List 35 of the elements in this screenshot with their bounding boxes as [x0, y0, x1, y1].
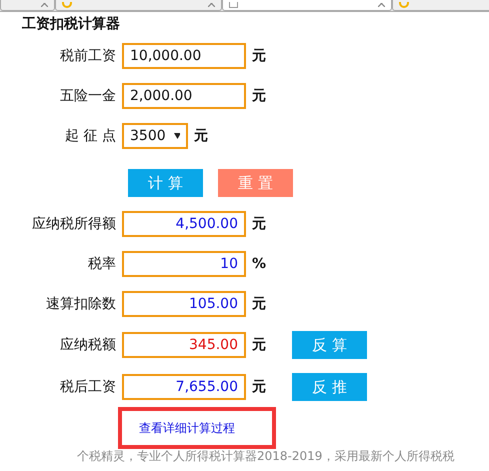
unit-label: 元 [252, 336, 266, 354]
description-text: 个税精灵，专业个人所得税计算器2018-2019，采用最新个人所得税税 [77, 450, 456, 463]
result-field: 7,655.00 [122, 374, 246, 400]
input-field[interactable]: 10,000.00 [122, 43, 246, 69]
browser-tab[interactable] [222, 0, 392, 11]
field-label: 五险一金 [60, 87, 117, 105]
field-label: 税后工资 [60, 378, 117, 396]
unit-label: 元 [252, 87, 266, 105]
result-field: 345.00 [122, 332, 246, 358]
field-label: 起 征 点 [65, 127, 117, 145]
result-field: 10 [122, 251, 246, 277]
result-field: 105.00 [122, 291, 246, 317]
field-label: 应纳税额 [60, 336, 117, 354]
field-label: 税前工资 [60, 47, 117, 65]
input-field[interactable]: 2,000.00 [122, 83, 246, 109]
field-label: 应纳税所得额 [32, 215, 117, 233]
threshold-select[interactable]: 3500 [122, 123, 188, 149]
unit-label: 元 [252, 295, 266, 313]
page-icon [229, 2, 238, 8]
browser-tab[interactable] [392, 0, 489, 11]
unit-label: 元 [252, 378, 266, 396]
field-label: 税率 [88, 255, 117, 273]
unit-label: 元 [194, 127, 208, 145]
loading-icon [62, 2, 72, 8]
result-field: 4,500.00 [122, 211, 246, 237]
browser-tab[interactable] [0, 0, 55, 11]
detail-link[interactable]: 查看详细计算过程 [118, 407, 276, 449]
loading-icon [399, 2, 409, 8]
unit-label: 元 [252, 215, 266, 233]
calculator-title: 工资扣税计算器 [21, 15, 121, 33]
field-label: 速算扣除数 [46, 295, 117, 313]
dropdown-arrow-icon [174, 133, 180, 139]
unit-label: % [252, 256, 266, 272]
browser-tab[interactable] [55, 0, 222, 11]
unit-label: 元 [252, 47, 266, 65]
